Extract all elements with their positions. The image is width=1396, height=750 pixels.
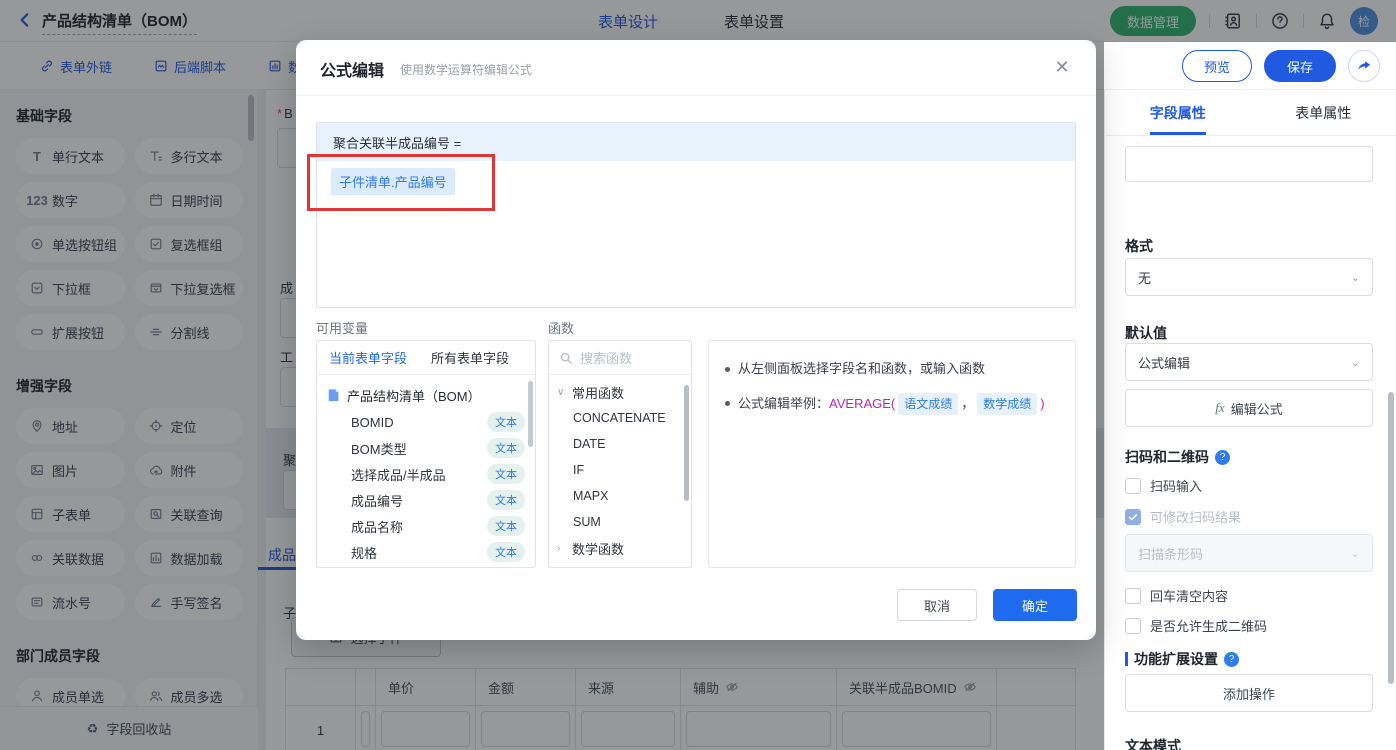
chevron-right-icon: › (557, 542, 561, 554)
field-type-badge: 文本 (487, 464, 525, 484)
field-type-badge: 文本 (487, 412, 525, 432)
edit-formula-button[interactable]: fx 编辑公式 (1125, 389, 1373, 427)
function-item-DATE[interactable]: DATE (549, 431, 691, 457)
panel-scrollbar[interactable] (1388, 392, 1394, 684)
text-mode-label: 文本模式 (1125, 738, 1181, 750)
tab-all-form-fields[interactable]: 所有表单字段 (431, 348, 509, 367)
example-field-chip: 数学成绩 (977, 393, 1038, 415)
section-marker (1125, 652, 1128, 666)
file-icon (327, 388, 341, 402)
format-select[interactable]: 无 ⌄ (1125, 258, 1373, 296)
field-type-badge: 文本 (487, 516, 525, 536)
extension-section-title: 功能扩展设置? (1125, 649, 1239, 669)
checkbox-icon (1125, 508, 1141, 525)
variables-tree: 产品结构清单（BOM） BOMID 文本 BOM类型 文本 选择成品/半成品 文本 成品编号文… (317, 375, 535, 565)
bullet (725, 367, 730, 372)
variables-panel: 当前表单字段 所有表单字段 产品结构清单（BOM） BOMID 文本 BOM类型 文本选… (316, 340, 536, 568)
variable-item-选择成品/半成品[interactable]: 选择成品/半成品 文本 (317, 461, 535, 487)
modal-title: 公式编辑 (320, 63, 385, 80)
tip-example: 公式编辑举例：AVERAGE(语文成绩，数学成绩) (725, 393, 1059, 415)
chevron-down-icon: ⌄ (1350, 356, 1360, 369)
question-icon[interactable]: ? (1215, 449, 1230, 465)
close-icon[interactable]: ✕ (1050, 55, 1074, 79)
functions-label: 函数 (548, 321, 575, 336)
tip-line: 从左侧面板选择字段名和函数，或输入函数 (725, 359, 1059, 379)
default-value-select[interactable]: 公式编辑 ⌄ (1125, 343, 1373, 381)
field-type-badge: 文本 (487, 542, 525, 562)
function-item-MAPX[interactable]: MAPX (549, 483, 691, 509)
variables-tabs: 当前表单字段 所有表单字段 (317, 341, 535, 375)
format-label: 格式 (1125, 238, 1153, 254)
function-group-常用函数[interactable]: ∨ 常用函数 (549, 379, 691, 405)
formula-target: 聚合关联半成品编号 = (317, 123, 1075, 161)
formula-field-tag[interactable]: 子件清单.产品编号 (331, 168, 455, 195)
functions-panel: 搜索函数 ∨常用函数CONCATENATEDATEIFMAPXSUM›数学函数›… (548, 340, 692, 568)
variable-item-规格[interactable]: 规格 文本 (317, 539, 535, 565)
function-search-input[interactable]: 搜索函数 (549, 341, 691, 375)
example-field-chip: 语文成绩 (898, 393, 959, 415)
checkbox-editable-scan-result[interactable]: 可修改扫码结果 (1125, 507, 1241, 526)
modal-subtitle: 使用数学运算符编辑公式 (400, 63, 533, 77)
function-item-SUM[interactable]: SUM (549, 509, 691, 535)
chevron-down-icon: ⌄ (1350, 547, 1360, 560)
variable-item-成品名称[interactable]: 成品名称 文本 (317, 513, 535, 539)
variables-scrollbar[interactable] (528, 381, 533, 447)
preview-button[interactable]: 预览 (1181, 50, 1252, 82)
property-panel: 字段属性 表单属性 格式 无 ⌄ 默认值 公式编辑 ⌄ fx 编辑公式 扫码和二维码?… (1104, 90, 1396, 750)
property-body: 格式 无 ⌄ 默认值 公式编辑 ⌄ fx 编辑公式 扫码和二维码? 扫码输入 可修改扫… (1105, 136, 1396, 750)
tab-field-properties[interactable]: 字段属性 (1105, 90, 1251, 135)
example-function-name: AVERAGE( (829, 396, 896, 411)
field-type-badge: 文本 (487, 490, 525, 510)
formula-input-area[interactable]: 子件清单.产品编号 (317, 161, 1075, 307)
add-action-button[interactable]: 添加操作 (1125, 674, 1373, 712)
function-group-数学函数[interactable]: › 数学函数 (549, 535, 691, 561)
share-button[interactable] (1348, 50, 1380, 82)
tab-form-properties[interactable]: 表单属性 (1251, 90, 1396, 135)
variables-root[interactable]: 产品结构清单（BOM） (317, 381, 535, 409)
app-root: 产品结构清单（BOM） 表单设计 表单设置 数据管理 检 表单外链后端脚本数据权… (0, 0, 1396, 750)
checkbox-icon (1125, 587, 1141, 604)
example-close-paren: ) (1040, 396, 1045, 411)
save-button[interactable]: 保存 (1263, 50, 1336, 82)
modal-overlay-top (0, 0, 1396, 42)
placeholder-input[interactable] (1125, 146, 1373, 182)
function-item-IF[interactable]: IF (549, 457, 691, 483)
functions-scrollbar[interactable] (684, 385, 689, 501)
chevron-down-icon: ∨ (557, 386, 565, 398)
default-value-label: 默认值 (1125, 325, 1167, 341)
property-tabs: 字段属性 表单属性 (1105, 90, 1396, 136)
function-group-文本函数[interactable]: ›文本函数 (549, 561, 691, 567)
function-item-CONCATENATE[interactable]: CONCATENATE (549, 405, 691, 431)
bullet (725, 401, 730, 406)
cancel-button[interactable]: 取消 (897, 589, 977, 621)
search-placeholder: 搜索函数 (580, 351, 633, 366)
tab-current-form-fields[interactable]: 当前表单字段 (329, 348, 407, 367)
chevron-down-icon: ⌄ (1350, 271, 1360, 284)
checkbox-allow-qrcode[interactable]: 是否允许生成二维码 (1125, 616, 1267, 635)
question-icon[interactable]: ? (1224, 651, 1239, 667)
modal-footer: 取消 确定 (296, 580, 1096, 640)
scan-section-title: 扫码和二维码? (1125, 447, 1230, 467)
toolbar-actions: 预览 保存 (1181, 50, 1380, 82)
variable-item-BOM类型[interactable]: BOM类型 文本 (317, 435, 535, 461)
formula-editor-modal: 公式编辑 使用数学运算符编辑公式 ✕ 聚合关联半成品编号 = 子件清单.产品编号… (296, 40, 1096, 640)
variable-item-成品编号[interactable]: 成品编号 文本 (317, 487, 535, 513)
modal-header: 公式编辑 使用数学运算符编辑公式 ✕ (296, 40, 1096, 96)
formula-editor: 聚合关联半成品编号 = 子件清单.产品编号 (316, 122, 1076, 308)
checkbox-icon (1125, 617, 1141, 634)
function-list: ∨常用函数CONCATENATEDATEIFMAPXSUM›数学函数›文本函数 (549, 375, 691, 567)
search-icon (559, 351, 573, 365)
checkbox-icon (1125, 477, 1141, 494)
checkbox-scan-input[interactable]: 扫码输入 (1125, 476, 1202, 495)
barcode-type-select: 扫描条形码 ⌄ (1125, 534, 1373, 572)
confirm-button[interactable]: 确定 (993, 589, 1077, 621)
tips-panel: 从左侧面板选择字段名和函数，或输入函数 公式编辑举例：AVERAGE(语文成绩，… (708, 340, 1076, 568)
checkbox-clear-on-enter[interactable]: 回车清空内容 (1125, 586, 1228, 605)
field-type-badge: 文本 (487, 438, 525, 458)
variables-label: 可用变量 (316, 321, 369, 336)
variable-item-BOMID[interactable]: BOMID 文本 (317, 409, 535, 435)
fx-icon: fx (1215, 400, 1225, 415)
